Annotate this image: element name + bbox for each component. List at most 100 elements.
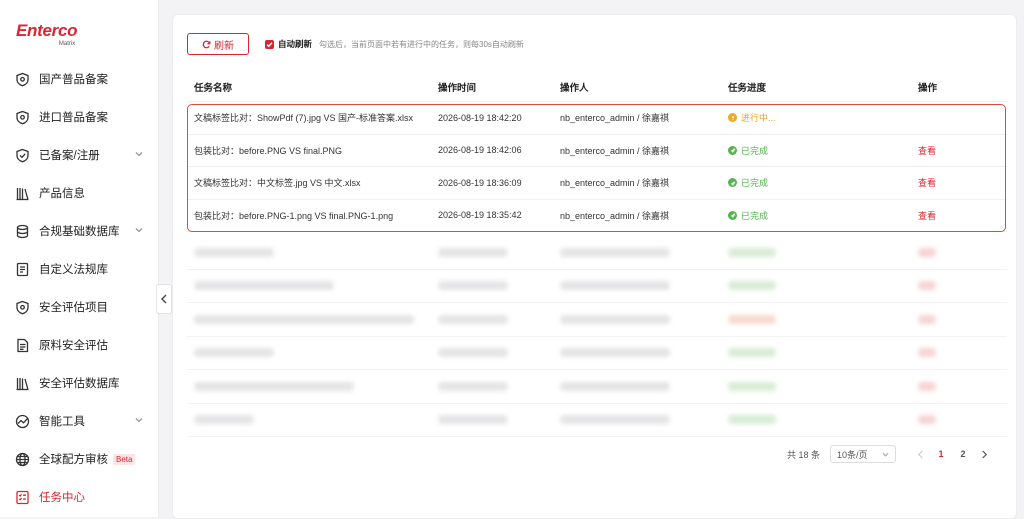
task-name: 包装比对：before.PNG-1.png VS final.PNG-1.png <box>194 210 394 221</box>
task-center-panel: 刷新 自动刷新 勾选后，当前页面中若有进行中的任务，则每30s自动刷新 任务名称… <box>172 14 1017 519</box>
sidebar-item-label: 已备案/注册 <box>39 150 100 162</box>
header-operation-time: 操作时间 <box>438 83 477 94</box>
blurred-text <box>194 247 274 257</box>
chevron-down-icon <box>882 452 889 457</box>
refresh-label: 刷新 <box>214 40 234 52</box>
task-table: 任务名称 操作时间 操作人 任务进度 操作 文稿标签比对：ShowPdf (7)… <box>187 73 1007 232</box>
library-icon <box>14 375 30 391</box>
sidebar-item-label: 任务中心 <box>39 492 85 504</box>
refresh-button[interactable]: 刷新 <box>187 33 249 55</box>
view-link[interactable]: 查看 <box>918 146 936 156</box>
sidebar-item-11[interactable]: 任务中心 <box>0 478 158 516</box>
blurred-text <box>560 314 670 324</box>
blurred-text <box>438 314 508 324</box>
status-badge: 已完成 <box>728 176 768 189</box>
blurred-status <box>728 281 776 291</box>
blurred-text <box>560 281 670 291</box>
status-badge: 已完成 <box>728 209 768 222</box>
library-icon <box>14 185 30 201</box>
shield-check-icon <box>14 147 30 163</box>
action-cell: 查看 <box>918 176 1007 189</box>
sidebar-item-4[interactable]: 合规基础数据库 <box>0 212 158 250</box>
task-progress: 已完成 <box>728 176 918 189</box>
blurred-text <box>560 415 670 425</box>
status-text: 已完成 <box>741 210 769 221</box>
blurred-status <box>728 314 776 324</box>
check-circle-icon <box>728 145 737 155</box>
sidebar-item-9[interactable]: 智能工具 <box>0 402 158 440</box>
blurred-status <box>728 247 776 257</box>
blurred-row <box>187 303 1007 337</box>
chevron-down-icon[interactable] <box>134 415 144 425</box>
operation-time: 2026-08-19 18:42:20 <box>438 112 522 123</box>
blurred-action <box>918 314 936 324</box>
sidebar-item-2[interactable]: 已备案/注册 <box>0 136 158 174</box>
prev-page-button[interactable] <box>910 450 930 459</box>
status-badge: 已完成 <box>728 144 768 157</box>
shield-icon <box>14 299 30 315</box>
blurred-text <box>438 247 508 257</box>
blurred-text <box>194 281 334 291</box>
page-size-select[interactable]: 10条/页 <box>830 445 896 463</box>
status-text: 已完成 <box>741 145 769 156</box>
page-2-button[interactable]: 2 <box>952 449 974 459</box>
check-circle-icon <box>728 178 737 188</box>
blurred-text <box>194 381 354 391</box>
blurred-text <box>560 247 670 257</box>
status-text: 已完成 <box>741 178 769 189</box>
blurred-text <box>438 381 508 391</box>
blurred-text <box>560 348 670 358</box>
chevron-left-icon <box>161 294 167 304</box>
next-page-button[interactable] <box>974 450 994 459</box>
page-1-button[interactable]: 1 <box>930 449 952 459</box>
operator: nb_enterco_admin / 徐嘉祺 <box>560 210 670 221</box>
refresh-icon <box>202 40 211 48</box>
blurred-text <box>438 348 508 358</box>
brand-sub: Matrix <box>58 41 76 47</box>
operator: nb_enterco_admin / 徐嘉祺 <box>560 178 670 189</box>
sidebar-item-8[interactable]: 安全评估数据库 <box>0 364 158 402</box>
sidebar-item-6[interactable]: 安全评估项目 <box>0 288 158 326</box>
table-row: 包装比对：before.PNG VS final.PNG 2026-08-19 1… <box>187 135 1007 167</box>
sidebar-item-7[interactable]: 原料安全评估 <box>0 326 158 364</box>
brand-name: Enterco <box>16 21 78 40</box>
auto-refresh-label[interactable]: 自动刷新 <box>278 38 312 50</box>
shield-icon <box>14 109 30 125</box>
action-cell: 查看 <box>918 209 1007 222</box>
operation-time: 2026-08-19 18:42:06 <box>438 145 522 156</box>
blurred-action <box>918 415 936 425</box>
blurred-action <box>918 247 936 257</box>
blurred-status <box>728 381 776 391</box>
sidebar-item-0[interactable]: 国产普品备案 <box>0 60 158 98</box>
sidebar-collapse-button[interactable] <box>156 284 172 314</box>
sidebar-item-5[interactable]: 自定义法规库 <box>0 250 158 288</box>
chevron-down-icon[interactable] <box>134 149 144 159</box>
blurred-action <box>918 381 936 391</box>
pagination: 共 18 条 10条/页 1 2 <box>787 445 994 463</box>
task-name: 包装比对：before.PNG VS final.PNG <box>194 145 343 156</box>
operator: nb_enterco_admin / 徐嘉祺 <box>560 145 670 156</box>
blurred-text <box>438 415 508 425</box>
task-progress: 已完成 <box>728 209 918 222</box>
table-row: 文稿标签比对：中文标签.jpg VS 中文.xlsx 2026-08-19 18:… <box>187 167 1007 200</box>
blurred-row <box>187 337 1007 370</box>
brand-logo: Enterco Matrix <box>16 21 78 48</box>
header-action: 操作 <box>918 83 938 94</box>
table-row: 文稿标签比对：ShowPdf (7).jpg VS 国产-标准答案.xlsx 20… <box>187 102 1007 135</box>
chevron-down-icon[interactable] <box>134 225 144 235</box>
check-circle-icon <box>728 210 737 220</box>
auto-refresh-checkbox[interactable] <box>265 39 274 49</box>
action-cell: 查看 <box>918 144 1007 157</box>
blurred-text <box>560 381 670 391</box>
view-link[interactable]: 查看 <box>918 211 936 221</box>
sidebar-item-3[interactable]: 产品信息 <box>0 174 158 212</box>
sidebar-item-label: 安全评估项目 <box>39 302 108 314</box>
sidebar-item-10[interactable]: 全球配方审核 Beta <box>0 440 158 478</box>
sidebar-item-label: 产品信息 <box>39 188 85 200</box>
sidebar-item-1[interactable]: 进口普品备案 <box>0 98 158 136</box>
task-name: 文稿标签比对：ShowPdf (7).jpg VS 国产-标准答案.xlsx <box>194 113 414 124</box>
task-list-icon <box>14 489 30 505</box>
sidebar-item-label: 安全评估数据库 <box>39 378 120 390</box>
view-link[interactable]: 查看 <box>918 178 936 188</box>
status-text: 进行中... <box>741 113 776 124</box>
